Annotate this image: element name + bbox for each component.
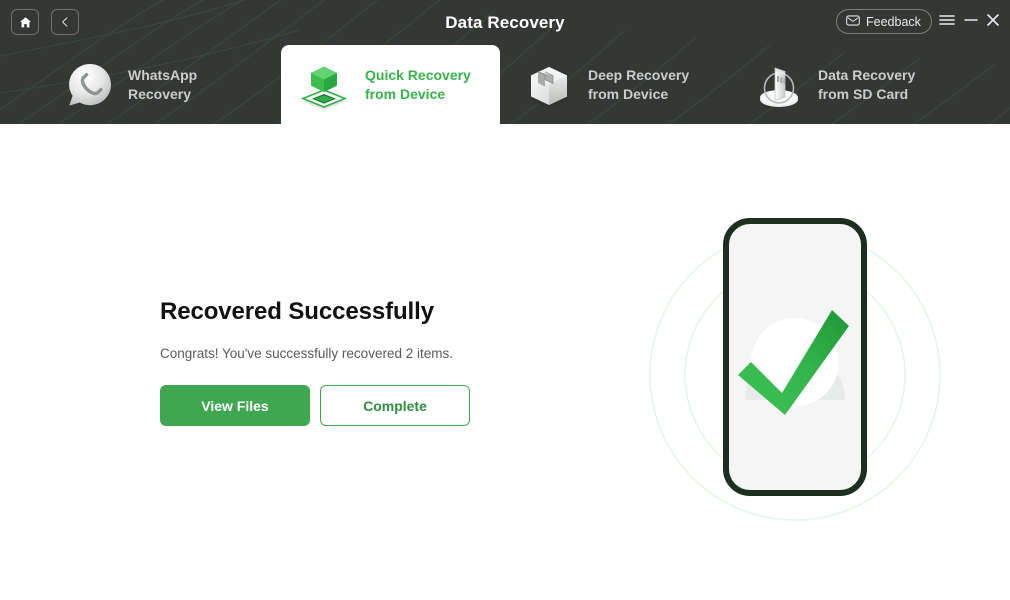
app-window: Data Recovery Feedback WhatsApp Recovery… (0, 0, 1010, 600)
title-bar: Data Recovery Feedback (0, 0, 1010, 45)
open-cube-icon (518, 54, 580, 116)
action-button-row: View Files Complete (160, 385, 470, 426)
hamburger-menu-icon (939, 13, 955, 31)
tab-whatsapp-recovery[interactable]: WhatsApp Recovery (58, 45, 283, 124)
green-cube-platform-icon (293, 54, 355, 116)
envelope-icon (846, 13, 860, 31)
close-button[interactable] (983, 12, 1003, 32)
phone-with-green-checkmark-illustration (630, 210, 960, 540)
whatsapp-bubble-icon (58, 54, 120, 116)
feedback-button[interactable]: Feedback (836, 9, 932, 34)
sd-card-icon (748, 54, 810, 116)
main-content: Recovered Successfully Congrats! You've … (0, 124, 1010, 600)
tab-data-recovery-from-sd-card-label: Data Recovery from SD Card (818, 66, 916, 102)
tab-quick-recovery-from-device-label: Quick Recovery from Device (365, 66, 471, 102)
minimize-button[interactable] (961, 12, 981, 32)
tab-deep-recovery-from-device-label: Deep Recovery from Device (588, 66, 690, 102)
tab-deep-recovery-from-device[interactable]: Deep Recovery from Device (518, 45, 738, 124)
header: Data Recovery Feedback WhatsApp Recovery… (0, 0, 1010, 124)
result-copy-block: Recovered Successfully Congrats! You've … (160, 298, 580, 361)
close-icon (986, 13, 1000, 32)
result-subline: Congrats! You've successfully recovered … (160, 346, 453, 361)
complete-button[interactable]: Complete (320, 385, 470, 426)
hamburger-menu-button[interactable] (937, 12, 957, 32)
minimize-icon (964, 13, 978, 31)
feedback-label: Feedback (866, 14, 921, 29)
tab-quick-recovery-from-device[interactable]: Quick Recovery from Device (281, 45, 500, 124)
tab-whatsapp-recovery-label: WhatsApp Recovery (128, 66, 198, 102)
tab-bar: WhatsApp Recovery Quick Recovery from De… (0, 45, 1010, 124)
result-headline: Recovered Successfully (160, 298, 434, 325)
view-files-button[interactable]: View Files (160, 385, 310, 426)
tab-data-recovery-from-sd-card[interactable]: Data Recovery from SD Card (748, 45, 988, 124)
